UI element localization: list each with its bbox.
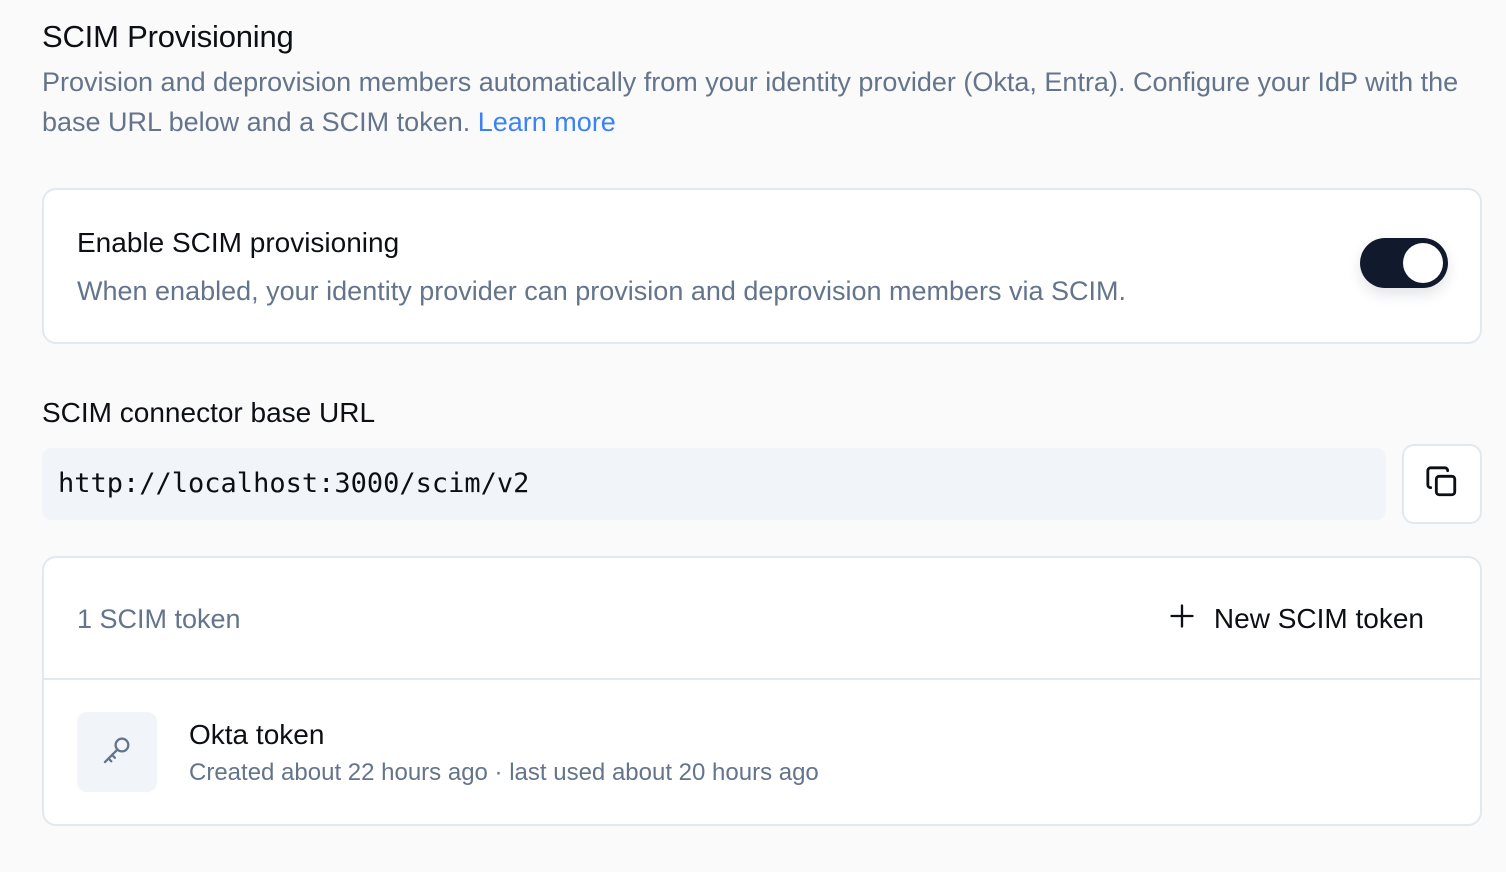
token-meta: Created about 22 hours ago · last used a… bbox=[189, 759, 819, 786]
toggle-knob bbox=[1403, 243, 1443, 283]
copy-url-button[interactable] bbox=[1402, 444, 1482, 524]
connector-url-field[interactable]: http://localhost:3000/scim/v2 bbox=[42, 448, 1386, 520]
connector-url-label: SCIM connector base URL bbox=[42, 397, 376, 428]
new-scim-token-label: New SCIM token bbox=[1213, 603, 1424, 634]
tokens-header: 1 SCIM token New SCIM token bbox=[44, 558, 1480, 680]
copy-icon bbox=[1425, 465, 1459, 504]
enable-scim-toggle[interactable] bbox=[1360, 238, 1448, 288]
new-scim-token-button[interactable]: New SCIM token bbox=[1168, 598, 1424, 640]
learn-more-link[interactable]: Learn more bbox=[478, 107, 616, 137]
page-title: SCIM Provisioning bbox=[42, 19, 294, 54]
scim-settings-page: SCIM Provisioning Provision and deprovis… bbox=[42, 18, 1482, 826]
key-icon bbox=[100, 733, 134, 772]
enable-scim-title: Enable SCIM provisioning bbox=[77, 227, 400, 258]
section-description: Provision and deprovision members automa… bbox=[42, 62, 1472, 142]
token-icon-tile bbox=[77, 712, 157, 792]
plus-icon bbox=[1168, 602, 1196, 637]
scim-tokens-card: 1 SCIM token New SCIM token Okta token C… bbox=[42, 556, 1482, 826]
enable-scim-card: Enable SCIM provisioning When enabled, y… bbox=[42, 188, 1482, 344]
section-description-text: Provision and deprovision members automa… bbox=[42, 67, 1459, 137]
token-count: 1 SCIM token bbox=[77, 604, 241, 634]
token-name: Okta token bbox=[189, 719, 325, 750]
list-item[interactable]: Okta token Created about 22 hours ago · … bbox=[44, 680, 1480, 826]
enable-scim-description: When enabled, your identity provider can… bbox=[77, 276, 1127, 306]
